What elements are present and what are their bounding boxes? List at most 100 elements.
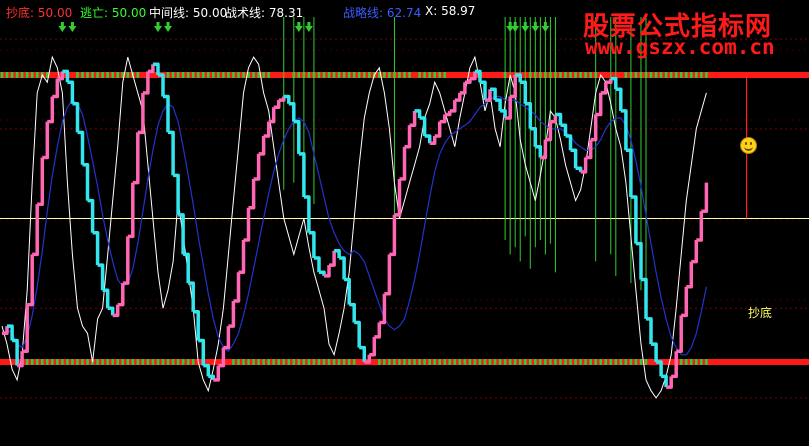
band-tick (35, 359, 39, 365)
band-tick (56, 359, 59, 365)
legend-zhanlue-label: 战略线: (343, 6, 387, 20)
band-tick (126, 72, 130, 78)
legend-zhongjian-label: 中间线: (149, 6, 193, 20)
band-tick (136, 359, 140, 365)
band-tick (559, 359, 562, 365)
band-tick (257, 72, 260, 78)
band-tick (488, 359, 492, 365)
tactical-segment (409, 110, 417, 127)
band-tick (443, 72, 447, 78)
band-tick (86, 359, 89, 365)
chart-panel[interactable]: { "legend": { "chaodi": {"label": "抄底: "… (0, 0, 809, 446)
band-tick (101, 72, 104, 78)
band-tick (61, 359, 64, 365)
tactical-segment (324, 265, 331, 278)
tactical-segment (293, 119, 301, 154)
legend-zhanshu-value: 78.31 (268, 6, 304, 20)
band-tick (408, 359, 411, 365)
band-tick (433, 72, 436, 78)
band-tick (403, 72, 406, 78)
band-tick (146, 359, 150, 365)
band-tick (292, 359, 296, 365)
band-tick (252, 359, 255, 365)
tactical-segment (117, 283, 125, 307)
signal-spikes (283, 17, 748, 298)
down-arrow-stem (543, 22, 547, 27)
band-tick (86, 72, 89, 78)
band-tick (151, 359, 155, 365)
tactical-segment (600, 82, 608, 95)
band-tick (76, 72, 79, 78)
tactical-segment (173, 173, 180, 215)
band-tick (287, 359, 291, 365)
band-tick (40, 359, 44, 365)
band-tick (111, 72, 114, 78)
band-tick (428, 359, 431, 365)
tactical-segment (550, 114, 558, 124)
band-tick (45, 359, 49, 365)
tactical-segment (67, 80, 75, 104)
band-tick (659, 72, 663, 78)
band-tick (101, 359, 104, 365)
band-tick (212, 72, 215, 78)
tactical-segment (248, 179, 256, 210)
band-tick (418, 359, 421, 365)
tactical-segment (32, 204, 39, 257)
band-tick (272, 359, 275, 365)
chaodi-annotation: 抄底 (748, 306, 773, 320)
band-tick (30, 359, 34, 365)
tactical-segment (439, 114, 447, 124)
band-tick (121, 359, 125, 365)
down-arrow-stem (307, 22, 311, 27)
band-tick (383, 359, 386, 365)
tactical-segment (132, 132, 140, 185)
tactical-segment (52, 78, 60, 99)
band-tick (337, 72, 341, 78)
tactical-segment (646, 317, 653, 345)
band-tick (579, 72, 582, 78)
band-tick (508, 359, 512, 365)
band-tick (705, 359, 708, 365)
tactical-segment (590, 114, 598, 142)
band-tick (539, 359, 542, 365)
band-tick (262, 359, 265, 365)
band-tick (10, 72, 14, 78)
band-tick (438, 72, 442, 78)
tactical-segment (137, 92, 145, 135)
tactical-segment (535, 145, 543, 158)
band-tick (327, 72, 331, 78)
legend-x-label: X: (425, 4, 442, 18)
band-tick (705, 72, 708, 78)
band-tick (513, 359, 517, 365)
band-tick (176, 359, 180, 365)
band-tick (327, 359, 331, 365)
band-tick (569, 359, 572, 365)
band-tick (191, 359, 195, 365)
band-tick (684, 72, 688, 78)
tactical-segment (575, 166, 583, 172)
band-tick (383, 72, 386, 78)
band-tick (664, 72, 668, 78)
band-tick (191, 72, 195, 78)
band-tick (604, 359, 608, 365)
band-tick (131, 359, 135, 365)
band-tick (252, 72, 255, 78)
band-tick (458, 359, 462, 365)
band-tick (579, 359, 582, 365)
band-tick (242, 359, 245, 365)
band-tick (166, 359, 170, 365)
legend-taowang-value: 50.00 (111, 6, 147, 20)
band-tick (398, 72, 401, 78)
tactical-segment (676, 315, 683, 353)
down-arrow-stem (166, 22, 170, 27)
tactical-segment (258, 136, 266, 156)
tactical-segment (288, 101, 296, 122)
band-tick (332, 72, 336, 78)
band-tick (141, 359, 145, 365)
tactical-segment (308, 231, 316, 258)
legend-zhanlue: 战略线: 62.74 (343, 4, 421, 21)
band-tick (544, 359, 547, 365)
tactical-segment (374, 322, 382, 339)
band-tick (689, 359, 693, 365)
band-tick (181, 72, 185, 78)
